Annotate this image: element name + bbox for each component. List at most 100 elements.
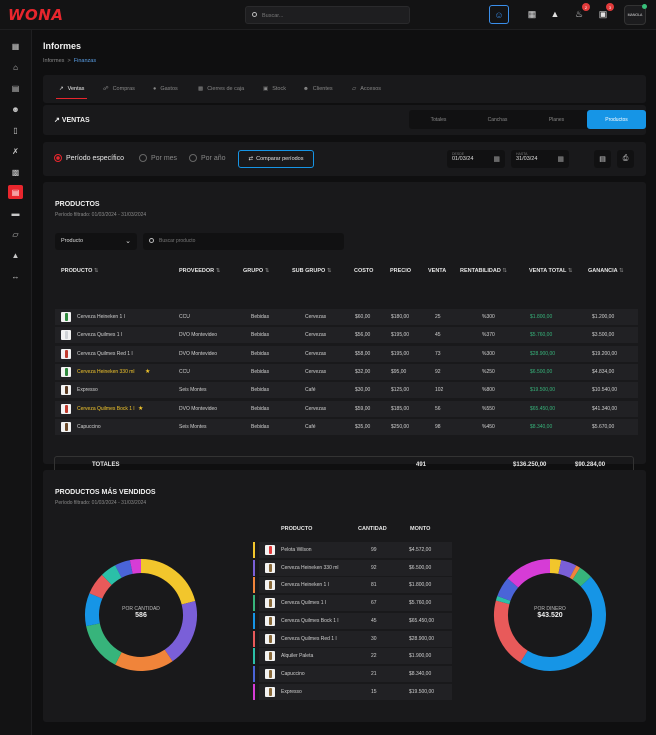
segment-productos[interactable]: Productos: [587, 110, 646, 129]
date-to-field[interactable]: HASTA 31/03/24 ▦: [511, 150, 569, 168]
radio-por-anio[interactable]: Por año: [189, 154, 226, 162]
tab-accesos[interactable]: ▱ Accesos: [352, 75, 381, 103]
list-item[interactable]: Alquiler Paleta 22 $1.900,00: [253, 648, 452, 665]
list-item[interactable]: Expresso 15 $19.500,00: [253, 683, 452, 700]
calendar-icon[interactable]: ▦: [525, 7, 539, 21]
cell-grupo: Bebidas: [251, 387, 270, 394]
cantidad-slice-5: [89, 574, 112, 599]
tab-label: Cierres de caja: [207, 86, 245, 92]
tab-gastos[interactable]: ● Gastos: [153, 75, 178, 103]
col-venta-total[interactable]: VENTA TOTAL ⇅: [529, 268, 572, 274]
main-content: Informes Informes > Finanzas ↗ Ventas ☍ Co…: [32, 30, 656, 735]
totals-venta-total: $136.250,00: [513, 462, 547, 468]
dumbbell-icon[interactable]: ↔: [8, 269, 23, 283]
export-file-icon[interactable]: ▤: [594, 150, 611, 168]
cash-register-icon[interactable]: ▩: [8, 165, 23, 179]
cell-venta: 56: [435, 405, 441, 412]
table-row[interactable]: Expresso Seis Montes Bebidas Café $30,00…: [55, 382, 638, 399]
tools-icon[interactable]: ✗: [8, 144, 23, 158]
product-filter-select[interactable]: Producto ⌄: [55, 233, 137, 250]
list-item[interactable]: Capuccino 21 $8.340,00: [253, 665, 452, 682]
best-cell-producto: Pelota Wilson: [281, 547, 312, 553]
list-item[interactable]: Cerveza Heineken 330 ml 92 $6.500,00: [253, 559, 452, 576]
users-icon[interactable]: ☻: [8, 102, 23, 116]
tab-stock[interactable]: ▣ Stock: [263, 75, 286, 103]
graduation-cap-icon[interactable]: ▲: [8, 248, 23, 262]
breadcrumb-separator: >: [67, 58, 71, 64]
series-color-bar: [253, 612, 255, 629]
calendar-icon[interactable]: ▦: [557, 155, 564, 163]
id-card-icon[interactable]: ▣ 3: [596, 3, 614, 21]
tab-clientes[interactable]: ☻ Clientes: [303, 75, 333, 103]
radio-label: Por año: [201, 154, 226, 162]
col-proveedor[interactable]: PROVEEDOR ⇅: [179, 268, 220, 274]
col-costo: COSTO: [354, 268, 374, 274]
compare-periods-button[interactable]: ⇄ Comparar períodos: [238, 150, 314, 168]
dollar-icon: ●: [153, 86, 157, 92]
col-label: RENTABILIDAD: [460, 268, 501, 274]
ticket-icon[interactable]: ▱: [8, 227, 23, 241]
cell-rentabilidad: %300: [482, 350, 495, 357]
segment-totales[interactable]: Totales: [409, 110, 468, 129]
cart-icon: ☍: [103, 86, 109, 92]
table-row[interactable]: Cerveza Heineken 330 ml ★ CCU Bebidas Ce…: [55, 363, 638, 380]
date-from-field[interactable]: DESDE 01/03/24 ▦: [447, 150, 505, 168]
col-producto[interactable]: PRODUCTO ⇅: [61, 268, 99, 274]
calendar-icon[interactable]: ▦: [493, 155, 500, 163]
reports-icon[interactable]: ▤: [8, 185, 23, 199]
breadcrumb-root[interactable]: Informes: [43, 58, 64, 64]
list-item[interactable]: Pelota Wilson 99 $4.572,00: [253, 542, 452, 558]
series-color-bar: [253, 559, 255, 576]
dinero-slice-3: [572, 567, 591, 587]
print-icon[interactable]: ⎙: [617, 150, 634, 168]
graduation-cap-icon[interactable]: ▲: [548, 7, 562, 21]
list-item[interactable]: Cerveza Quilmes Red 1 l 30 $28.900,00: [253, 630, 452, 647]
cell-venta-total: $65.450,00: [530, 405, 556, 412]
product-thumbnail: [61, 421, 71, 432]
star-icon[interactable]: ★: [138, 405, 143, 412]
best-cell-producto: Cerveza Quilmes 1 l: [281, 600, 327, 607]
table-row[interactable]: Cerveza Quilmes Bock 1 l ★ DVO Montevide…: [55, 400, 638, 417]
tab-compras[interactable]: ☍ Compras: [103, 75, 135, 103]
cell-venta: 25: [435, 314, 441, 320]
global-search-placeholder: Buscar...: [262, 13, 284, 19]
best-cell-cantidad: 15: [371, 688, 377, 695]
list-item[interactable]: Cerveza Quilmes 1 l 67 $5.760,00: [253, 595, 452, 612]
cantidad-slice-2: [115, 649, 173, 671]
radio-por-mes[interactable]: Por mes: [139, 154, 177, 162]
clipboard-icon[interactable]: ▯: [8, 123, 23, 137]
list-item[interactable]: Cerveza Heineken 1 l 81 $1.800,00: [253, 577, 452, 594]
col-rentabilidad[interactable]: RENTABILIDAD ⇅: [460, 268, 507, 274]
global-search-input[interactable]: Buscar...: [245, 6, 410, 24]
segment-planes[interactable]: Planes: [527, 110, 586, 129]
col-subgrupo[interactable]: SUB GRUPO ⇅: [292, 268, 331, 274]
calendar-icon[interactable]: ▤: [8, 81, 23, 95]
radio-periodo-especifico[interactable]: Período específico: [54, 154, 124, 162]
table-row[interactable]: Cerveza Quilmes Red 1 l DVO Montevideo B…: [55, 345, 638, 362]
dashboard-icon[interactable]: ▦: [8, 39, 23, 53]
tab-label: Stock: [272, 86, 286, 92]
cell-costo: $58,00: [355, 350, 371, 357]
add-user-icon[interactable]: ☺: [489, 5, 509, 24]
compare-label: Comparar períodos: [256, 156, 304, 162]
col-grupo[interactable]: GRUPO ⇅: [243, 268, 269, 274]
list-item[interactable]: Cerveza Quilmes Bock 1 l 45 $65.450,00: [253, 612, 452, 629]
home-icon[interactable]: ⌂: [8, 60, 23, 74]
table-row[interactable]: Cerveza Heineken 1 l CCU Bebidas Cerveza…: [55, 309, 638, 325]
product-thumbnail: [61, 385, 71, 396]
cell-rentabilidad: %250: [482, 368, 495, 375]
bell-icon[interactable]: ♨ 2: [572, 3, 590, 21]
avatar[interactable]: MANOLA: [624, 4, 647, 25]
table-row[interactable]: Cerveza Quilmes 1 l DVO Montevideo Bebid…: [55, 327, 638, 344]
col-ganancia[interactable]: GANANCIA ⇅: [588, 268, 624, 274]
cell-precio: $250,00: [391, 423, 410, 430]
tab-ventas[interactable]: ↗ Ventas: [55, 75, 88, 103]
table-row[interactable]: Capuccino Seis Montes Bebidas Café $35,0…: [55, 418, 638, 435]
tab-cierres-de-caja[interactable]: ▩ Cierres de caja: [198, 75, 244, 103]
sort-icon: ⇅: [502, 268, 507, 274]
app-logo[interactable]: WONA: [8, 6, 63, 24]
credit-card-icon[interactable]: ▬: [8, 206, 23, 220]
segment-canchas[interactable]: Canchas: [468, 110, 527, 129]
product-search-input[interactable]: Buscar producto: [143, 233, 344, 250]
star-icon[interactable]: ★: [145, 368, 150, 375]
